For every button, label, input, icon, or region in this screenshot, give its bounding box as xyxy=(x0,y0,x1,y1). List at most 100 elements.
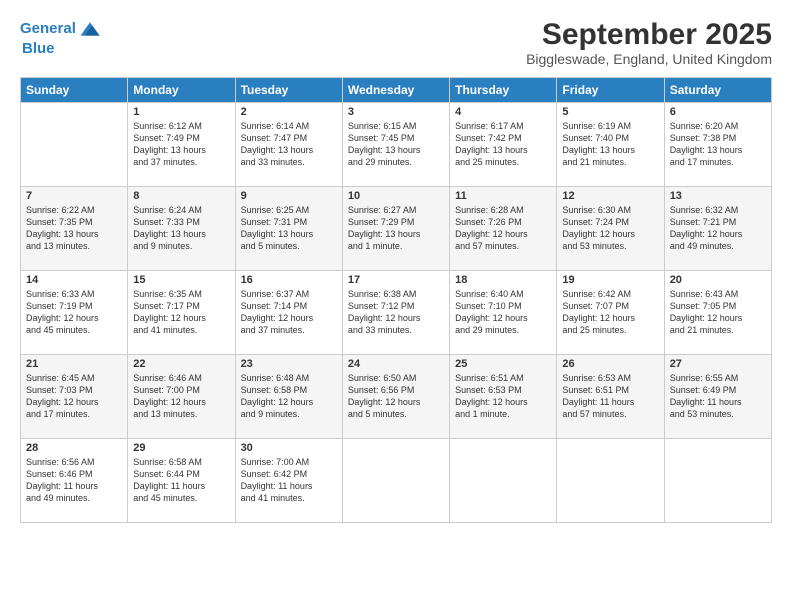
day-number: 18 xyxy=(455,274,551,286)
calendar-cell: 24 Sunrise: 6:50 AM Sunset: 6:56 PM Dayli… xyxy=(342,355,449,439)
calendar-cell: 22 Sunrise: 6:46 AM Sunset: 7:00 PM Dayli… xyxy=(128,355,235,439)
calendar-cell: 5 Sunrise: 6:19 AM Sunset: 7:40 PM Daylig… xyxy=(557,103,664,187)
calendar-cell xyxy=(342,439,449,523)
calendar-cell: 23 Sunrise: 6:48 AM Sunset: 6:58 PM Dayli… xyxy=(235,355,342,439)
cell-info: Sunrise: 6:35 AM Sunset: 7:17 PM Dayligh… xyxy=(133,288,229,337)
day-number: 9 xyxy=(241,190,337,202)
day-number: 22 xyxy=(133,358,229,370)
day-number: 11 xyxy=(455,190,551,202)
calendar-cell xyxy=(664,439,771,523)
calendar-cell: 27 Sunrise: 6:55 AM Sunset: 6:49 PM Dayli… xyxy=(664,355,771,439)
calendar-cell: 18 Sunrise: 6:40 AM Sunset: 7:10 PM Dayli… xyxy=(450,271,557,355)
cell-info: Sunrise: 6:40 AM Sunset: 7:10 PM Dayligh… xyxy=(455,288,551,337)
calendar-cell xyxy=(21,103,128,187)
day-number: 21 xyxy=(26,358,122,370)
day-number: 20 xyxy=(670,274,766,286)
calendar-week-1: 1 Sunrise: 6:12 AM Sunset: 7:49 PM Daylig… xyxy=(21,103,772,187)
header-sunday: Sunday xyxy=(21,78,128,103)
cell-info: Sunrise: 6:37 AM Sunset: 7:14 PM Dayligh… xyxy=(241,288,337,337)
day-number: 12 xyxy=(562,190,658,202)
calendar-table: SundayMondayTuesdayWednesdayThursdayFrid… xyxy=(20,77,772,523)
calendar-cell: 6 Sunrise: 6:20 AM Sunset: 7:38 PM Daylig… xyxy=(664,103,771,187)
day-number: 4 xyxy=(455,106,551,118)
calendar-week-4: 21 Sunrise: 6:45 AM Sunset: 7:03 PM Dayli… xyxy=(21,355,772,439)
calendar-cell: 2Sunrise: 6:14 AM Sunset: 7:47 PM Daylig… xyxy=(235,103,342,187)
day-number: 8 xyxy=(133,190,229,202)
cell-info: Sunrise: 6:43 AM Sunset: 7:05 PM Dayligh… xyxy=(670,288,766,337)
cell-info: Sunrise: 7:00 AM Sunset: 6:42 PM Dayligh… xyxy=(241,456,337,505)
day-number: 16 xyxy=(241,274,337,286)
header-wednesday: Wednesday xyxy=(342,78,449,103)
day-number: 26 xyxy=(562,358,658,370)
calendar-cell: 4 Sunrise: 6:17 AM Sunset: 7:42 PM Daylig… xyxy=(450,103,557,187)
header-friday: Friday xyxy=(557,78,664,103)
calendar-cell: 3 Sunrise: 6:15 AM Sunset: 7:45 PM Daylig… xyxy=(342,103,449,187)
calendar-cell: 8 Sunrise: 6:24 AM Sunset: 7:33 PM Daylig… xyxy=(128,187,235,271)
calendar-cell xyxy=(557,439,664,523)
calendar-cell: 11Sunrise: 6:28 AM Sunset: 7:26 PM Dayli… xyxy=(450,187,557,271)
cell-info: Sunrise: 6:27 AM Sunset: 7:29 PM Dayligh… xyxy=(348,204,444,253)
day-number: 7 xyxy=(26,190,122,202)
calendar-week-5: 28 Sunrise: 6:56 AM Sunset: 6:46 PM Dayli… xyxy=(21,439,772,523)
cell-info: Sunrise: 6:19 AM Sunset: 7:40 PM Dayligh… xyxy=(562,120,658,169)
calendar-cell: 21 Sunrise: 6:45 AM Sunset: 7:03 PM Dayli… xyxy=(21,355,128,439)
cell-info: Sunrise: 6:12 AM Sunset: 7:49 PM Dayligh… xyxy=(133,120,229,169)
calendar-cell xyxy=(450,439,557,523)
cell-info: Sunrise: 6:15 AM Sunset: 7:45 PM Dayligh… xyxy=(348,120,444,169)
day-number: 10 xyxy=(348,190,444,202)
calendar-cell: 19Sunrise: 6:42 AM Sunset: 7:07 PM Dayli… xyxy=(557,271,664,355)
cell-info: Sunrise: 6:30 AM Sunset: 7:24 PM Dayligh… xyxy=(562,204,658,253)
day-number: 17 xyxy=(348,274,444,286)
calendar-cell: 13 Sunrise: 6:32 AM Sunset: 7:21 PM Dayli… xyxy=(664,187,771,271)
day-number: 23 xyxy=(241,358,337,370)
cell-info: Sunrise: 6:53 AM Sunset: 6:51 PM Dayligh… xyxy=(562,372,658,421)
cell-info: Sunrise: 6:46 AM Sunset: 7:00 PM Dayligh… xyxy=(133,372,229,421)
calendar-cell: 10 Sunrise: 6:27 AM Sunset: 7:29 PM Dayli… xyxy=(342,187,449,271)
day-number: 5 xyxy=(562,106,658,118)
cell-info: Sunrise: 6:24 AM Sunset: 7:33 PM Dayligh… xyxy=(133,204,229,253)
calendar-cell: 17 Sunrise: 6:38 AM Sunset: 7:12 PM Dayli… xyxy=(342,271,449,355)
calendar-cell: 1 Sunrise: 6:12 AM Sunset: 7:49 PM Daylig… xyxy=(128,103,235,187)
cell-info: Sunrise: 6:58 AM Sunset: 6:44 PM Dayligh… xyxy=(133,456,229,505)
calendar-cell: 7 Sunrise: 6:22 AM Sunset: 7:35 PM Daylig… xyxy=(21,187,128,271)
title-block: September 2025 Biggleswade, England, Uni… xyxy=(526,18,772,67)
header-monday: Monday xyxy=(128,78,235,103)
cell-info: Sunrise: 6:50 AM Sunset: 6:56 PM Dayligh… xyxy=(348,372,444,421)
cell-info: Sunrise: 6:33 AM Sunset: 7:19 PM Dayligh… xyxy=(26,288,122,337)
logo-text: General xyxy=(20,20,76,38)
day-number: 6 xyxy=(670,106,766,118)
cell-info: Sunrise: 6:45 AM Sunset: 7:03 PM Dayligh… xyxy=(26,372,122,421)
calendar-cell: 30Sunrise: 7:00 AM Sunset: 6:42 PM Dayli… xyxy=(235,439,342,523)
header-tuesday: Tuesday xyxy=(235,78,342,103)
cell-info: Sunrise: 6:17 AM Sunset: 7:42 PM Dayligh… xyxy=(455,120,551,169)
header-thursday: Thursday xyxy=(450,78,557,103)
calendar-week-2: 7 Sunrise: 6:22 AM Sunset: 7:35 PM Daylig… xyxy=(21,187,772,271)
calendar-cell: 12 Sunrise: 6:30 AM Sunset: 7:24 PM Dayli… xyxy=(557,187,664,271)
day-number: 24 xyxy=(348,358,444,370)
calendar-cell: 14Sunrise: 6:33 AM Sunset: 7:19 PM Dayli… xyxy=(21,271,128,355)
cell-info: Sunrise: 6:48 AM Sunset: 6:58 PM Dayligh… xyxy=(241,372,337,421)
day-number: 28 xyxy=(26,442,122,454)
cell-info: Sunrise: 6:38 AM Sunset: 7:12 PM Dayligh… xyxy=(348,288,444,337)
day-number: 13 xyxy=(670,190,766,202)
calendar-week-3: 14Sunrise: 6:33 AM Sunset: 7:19 PM Dayli… xyxy=(21,271,772,355)
calendar-cell: 9 Sunrise: 6:25 AM Sunset: 7:31 PM Daylig… xyxy=(235,187,342,271)
cell-info: Sunrise: 6:25 AM Sunset: 7:31 PM Dayligh… xyxy=(241,204,337,253)
calendar-cell: 26 Sunrise: 6:53 AM Sunset: 6:51 PM Dayli… xyxy=(557,355,664,439)
cell-info: Sunrise: 6:55 AM Sunset: 6:49 PM Dayligh… xyxy=(670,372,766,421)
calendar-cell: 25 Sunrise: 6:51 AM Sunset: 6:53 PM Dayli… xyxy=(450,355,557,439)
day-number: 25 xyxy=(455,358,551,370)
cell-info: Sunrise: 6:51 AM Sunset: 6:53 PM Dayligh… xyxy=(455,372,551,421)
day-number: 1 xyxy=(133,106,229,118)
day-number: 2 xyxy=(241,106,337,118)
day-number: 3 xyxy=(348,106,444,118)
day-number: 29 xyxy=(133,442,229,454)
location: Biggleswade, England, United Kingdom xyxy=(526,51,772,67)
cell-info: Sunrise: 6:22 AM Sunset: 7:35 PM Dayligh… xyxy=(26,204,122,253)
cell-info: Sunrise: 6:20 AM Sunset: 7:38 PM Dayligh… xyxy=(670,120,766,169)
calendar-cell: 15 Sunrise: 6:35 AM Sunset: 7:17 PM Dayli… xyxy=(128,271,235,355)
cell-info: Sunrise: 6:32 AM Sunset: 7:21 PM Dayligh… xyxy=(670,204,766,253)
day-number: 27 xyxy=(670,358,766,370)
cell-info: Sunrise: 6:56 AM Sunset: 6:46 PM Dayligh… xyxy=(26,456,122,505)
day-number: 15 xyxy=(133,274,229,286)
